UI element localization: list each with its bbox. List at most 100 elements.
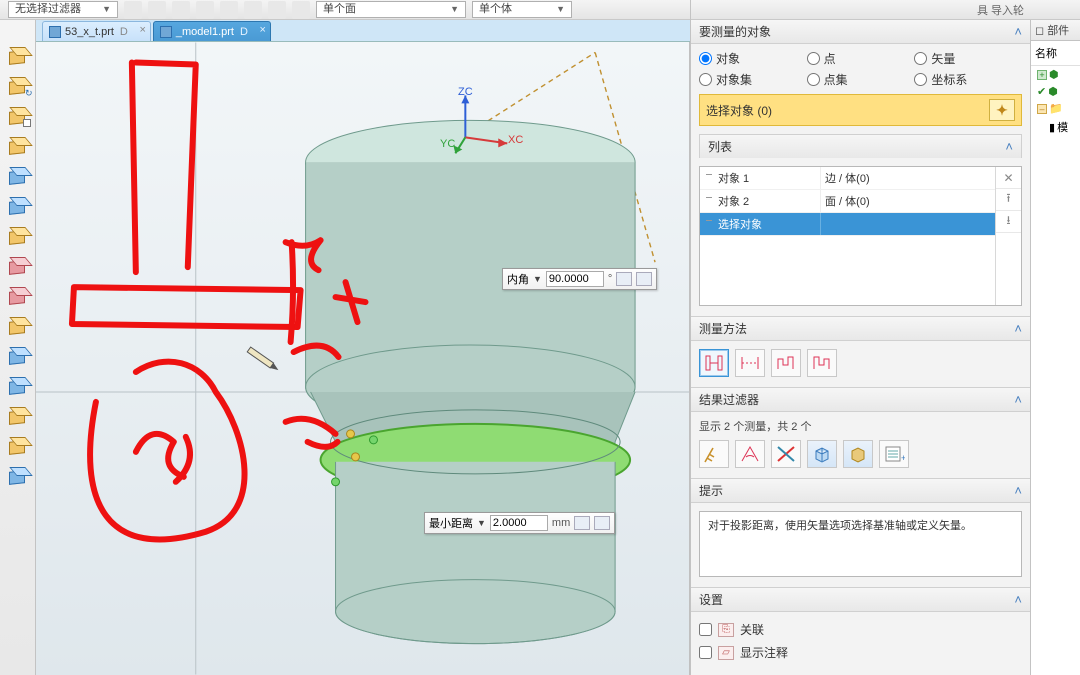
section-title-text: 设置 [699,591,723,608]
chevron-down-icon: ▼ [533,274,542,284]
feature-face-icon[interactable] [4,372,32,398]
method-projected-icon[interactable] [735,349,765,377]
list-row[interactable]: 对象 1 边 / 体(0) [700,167,995,190]
select-object-label: 选择对象 (0) [706,102,985,119]
ribbon-icon[interactable] [148,1,166,19]
calculator-icon[interactable] [616,272,632,286]
nav-node-child[interactable]: ▮模 [1031,117,1080,137]
close-icon[interactable]: × [139,24,145,36]
graphics-viewport[interactable]: ZC YC XC 内角 ▼ ° 最小距离 ▼ mm [36,42,690,675]
ribbon-icon[interactable] [292,1,310,19]
feature-blend-icon[interactable] [4,342,32,368]
distance-input[interactable] [490,515,548,531]
feature-chamfer-icon[interactable] [4,222,32,248]
face-mode-label: 单个面 [323,2,356,17]
section-objects-title[interactable]: 要测量的对象 ˄ [691,20,1030,44]
select-object-row[interactable]: 选择对象 (0) ✦ [699,94,1022,126]
filter-list-icon[interactable]: + [879,440,909,468]
dimension-icon[interactable] [636,272,652,286]
close-icon[interactable]: × [259,24,265,36]
tab-file-53[interactable]: 53_x_t.prt D × [42,21,151,41]
ribbon-right-fragment: 具 导入轮 [691,0,1030,20]
measure-panel: 具 导入轮 要测量的对象 ˄ 对象 点 矢量 对象集 点集 坐标系 选择对象 (… [690,0,1030,675]
list-up-button[interactable]: ⭱ [996,189,1021,211]
feature-hole-icon[interactable] [4,102,32,128]
method-max-icon[interactable] [807,349,837,377]
section-objects: 要测量的对象 ˄ 对象 点 矢量 对象集 点集 坐标系 选择对象 (0) ✦ 列… [691,20,1030,317]
pick-icon[interactable]: ✦ [989,99,1015,121]
tab-label: 53_x_t.prt [65,26,114,38]
face-mode-selector[interactable]: 单个面 ▼ [316,1,466,18]
chevron-up-icon: ˄ [1014,592,1022,607]
left-toolbar: ↻ [0,20,36,675]
feature-split-icon[interactable] [4,282,32,308]
body-mode-selector[interactable]: 单个体 ▼ [472,1,572,18]
radio-object-set[interactable]: 对象集 [699,71,807,88]
ribbon-icon[interactable] [268,1,286,19]
feature-sweep-icon[interactable] [4,312,32,338]
list-cell [820,213,995,235]
list-down-button[interactable]: ⭳ [996,211,1021,233]
setting-label: 关联 [740,621,764,638]
feature-emboss-icon[interactable] [4,402,32,428]
section-filter-title[interactable]: 结果过滤器 ˄ [691,388,1030,412]
angle-callout[interactable]: 内角 ▼ ° [502,268,657,290]
dirty-indicator: D [120,26,128,38]
object-type-radios: 对象 点 矢量 对象集 点集 坐标系 [699,50,1022,88]
part-navigator: ◻ 部件 名称 +⬢ ✔⬢ –📁 ▮模 [1030,20,1080,675]
nav-tab-label[interactable]: ◻ 部件 [1031,20,1080,41]
nav-node[interactable]: +⬢ [1031,66,1080,83]
section-settings-title[interactable]: 设置 ˄ [691,588,1030,612]
filter-dimension-icon[interactable] [699,440,729,468]
method-distance-icon[interactable] [699,349,729,377]
angle-input[interactable] [546,271,604,287]
list-title[interactable]: 列表 ˄ [699,134,1022,158]
distance-unit: mm [552,517,570,529]
radio-point-set[interactable]: 点集 [807,71,915,88]
ribbon-icon[interactable] [124,1,142,19]
ribbon-icon[interactable] [244,1,262,19]
method-chain-icon[interactable] [771,349,801,377]
filter-face-icon[interactable] [843,440,873,468]
filter-edge-icon[interactable] [771,440,801,468]
filter-selector[interactable]: 无选择过滤器 ▼ [8,1,118,18]
distance-callout[interactable]: 最小距离 ▼ mm [424,512,615,534]
filter-selector-label: 无选择过滤器 [15,2,81,17]
list-row-selected[interactable]: 选择对象 [700,213,995,236]
ribbon-icon[interactable] [196,1,214,19]
radio-object[interactable]: 对象 [699,50,807,67]
chevron-up-icon: ˄ [1014,321,1022,336]
ribbon-icon[interactable] [172,1,190,19]
nav-node-folder[interactable]: –📁 [1031,100,1080,117]
setting-annotation[interactable]: ▱ 显示注释 [699,641,1022,664]
feature-remove-icon[interactable] [4,252,32,278]
list-remove-button[interactable]: ✕ [996,167,1021,189]
distance-label: 最小距离 [429,515,473,531]
nav-node[interactable]: ✔⬢ [1031,83,1080,100]
list-row[interactable]: 对象 2 面 / 体(0) [700,190,995,213]
feature-shell-icon[interactable] [4,162,32,188]
section-title-text: 结果过滤器 [699,391,759,408]
tab-file-model1[interactable]: _model1.prt D × [153,21,271,41]
feature-block-icon[interactable] [4,42,32,68]
radio-point[interactable]: 点 [807,50,915,67]
ribbon-icon[interactable] [220,1,238,19]
section-method-title[interactable]: 测量方法 ˄ [691,317,1030,341]
list-cell: 对象 1 [700,167,820,189]
radio-vector[interactable]: 矢量 [914,50,1022,67]
feature-mirror-icon[interactable] [4,462,32,488]
feature-thicken-icon[interactable] [4,432,32,458]
ribbon-right-label: 具 导入轮 [977,2,1024,18]
calculator-icon[interactable] [574,516,590,530]
filter-angle-icon[interactable] [735,440,765,468]
setting-associative[interactable]: ⎘ 关联 [699,618,1022,641]
feature-draft-icon[interactable] [4,192,32,218]
feature-pad-icon[interactable] [4,132,32,158]
filter-body-icon[interactable] [807,440,837,468]
section-tips-title[interactable]: 提示 ˄ [691,479,1030,503]
radio-csys[interactable]: 坐标系 [914,71,1022,88]
part-icon [49,26,61,38]
dimension-icon[interactable] [594,516,610,530]
feature-revolve-icon[interactable]: ↻ [4,72,32,98]
object-list: 对象 1 边 / 体(0) 对象 2 面 / 体(0) 选择对象 ✕ ⭱ [699,166,1022,306]
